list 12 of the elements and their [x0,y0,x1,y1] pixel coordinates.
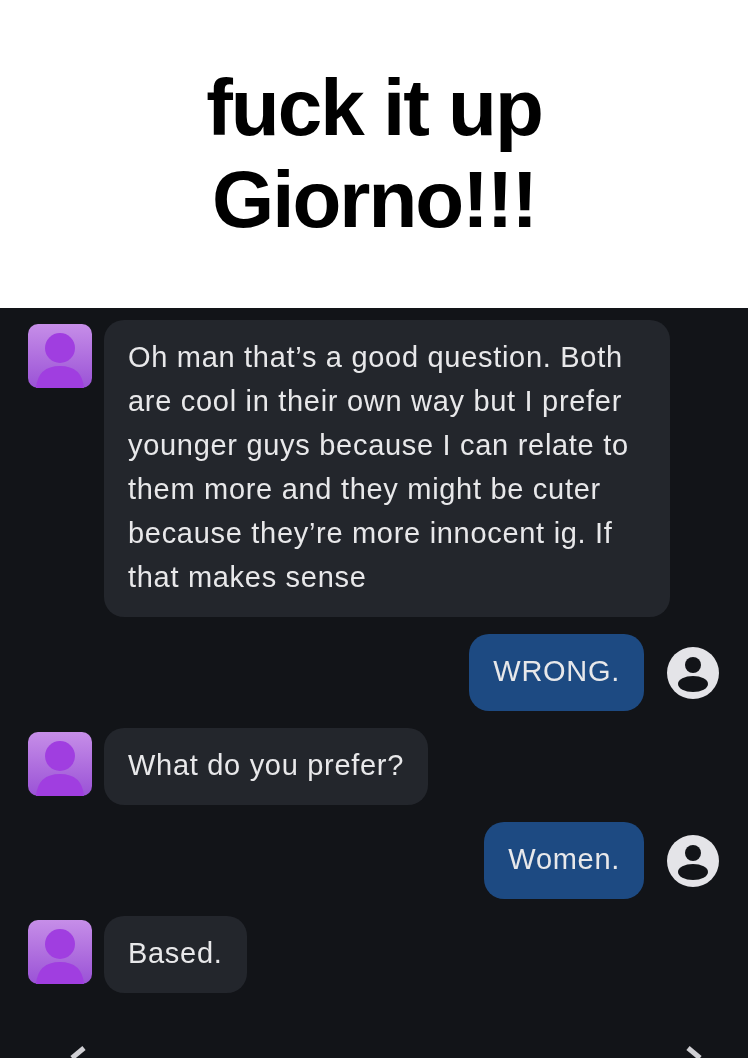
message-bubble: Based. [104,916,247,993]
caption-text: Giorno!!! [211,154,537,246]
user-avatar-icon [666,645,720,700]
avatar-icon [28,324,92,388]
caption-text: fuck it up [206,62,542,154]
message-bubble: Oh man that’s a good question. Both are cool in their own way but I prefer younger guys because I can relate to them more and they might be cuter because they’re more innocent ig. If that makes sense [104,320,670,617]
message-bubble: What do you prefer? [104,728,429,805]
user-avatar-icon [666,833,720,888]
avatar-icon [28,920,92,984]
message-bubble: WRONG. [469,634,644,711]
avatar-icon [28,732,92,796]
message-bubble: Women. [484,822,644,899]
